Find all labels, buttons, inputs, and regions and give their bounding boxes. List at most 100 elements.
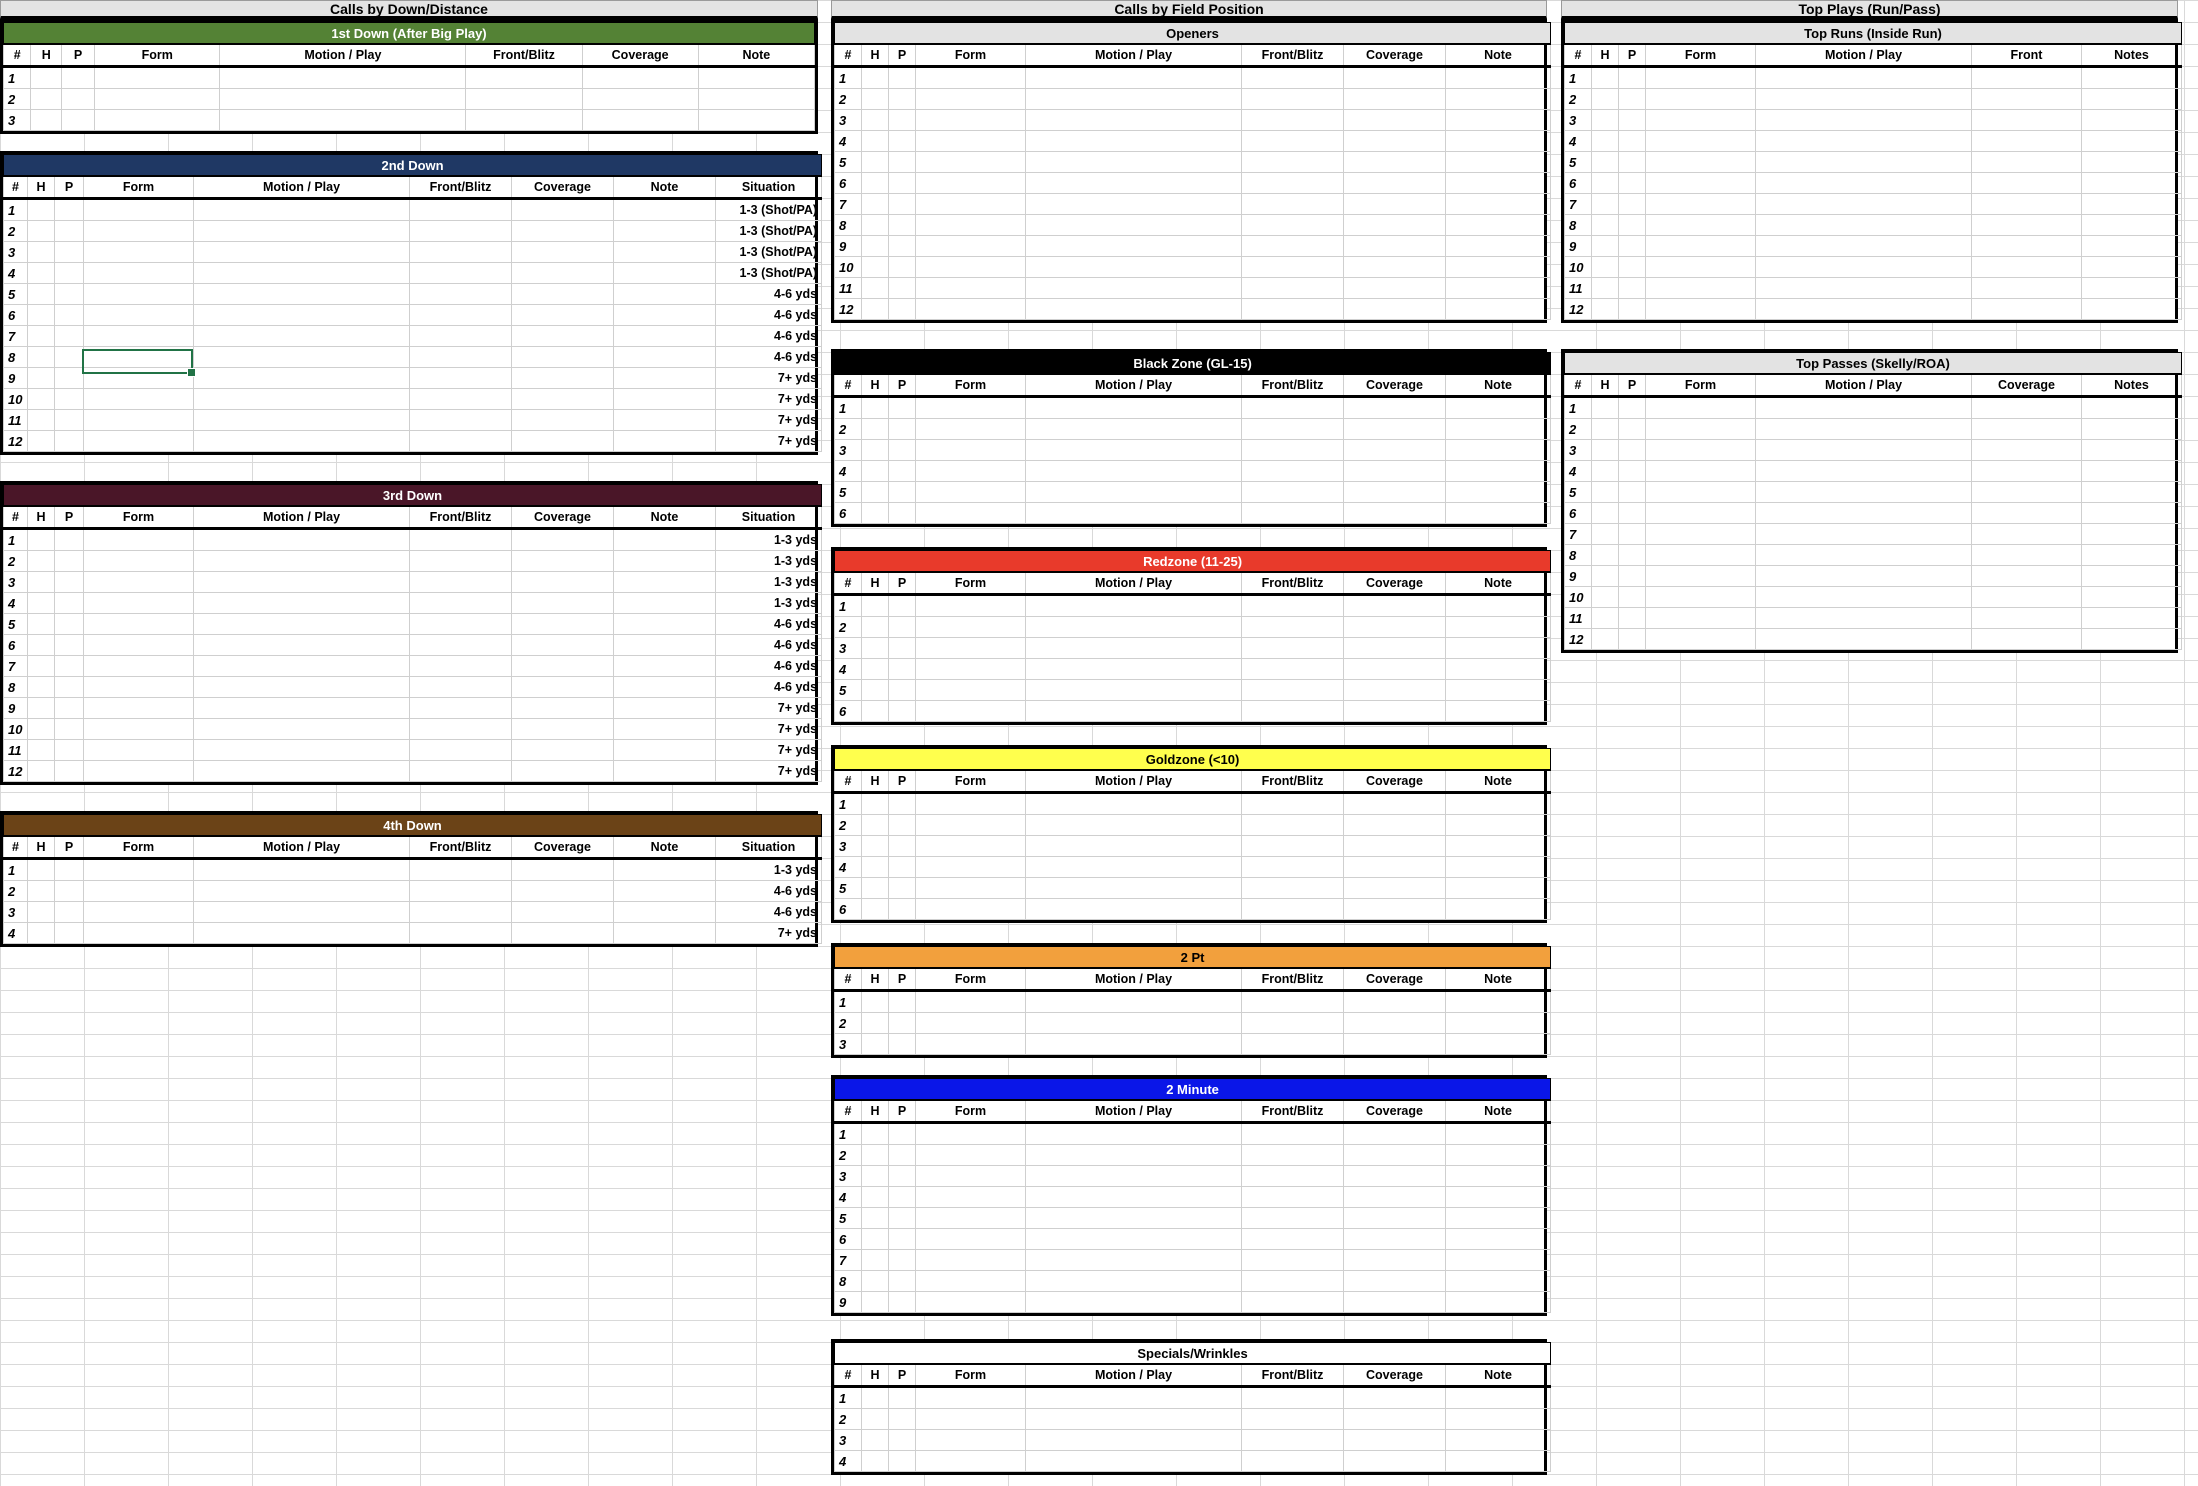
cell-notes[interactable] (2080, 439, 2183, 461)
cell-h[interactable] (1591, 418, 1619, 440)
cell-motion-play[interactable] (1025, 66, 1242, 89)
cell-coverage[interactable] (511, 880, 614, 902)
cell-form[interactable] (915, 1033, 1026, 1055)
cell-motion-play[interactable] (1025, 418, 1242, 440)
cell-h[interactable] (861, 460, 889, 482)
cell-coverage[interactable] (511, 388, 614, 410)
cell-form[interactable] (1645, 502, 1756, 524)
cell-front-blitz[interactable] (1241, 856, 1344, 878)
cell-coverage[interactable] (1343, 172, 1446, 194)
cell-h[interactable] (27, 262, 55, 284)
cell-p[interactable] (54, 528, 84, 551)
cell-h[interactable] (1591, 523, 1619, 545)
cell-motion-play[interactable] (1025, 792, 1242, 815)
cell-p[interactable] (1618, 544, 1646, 566)
cell-h[interactable] (1591, 151, 1619, 173)
cell-p[interactable] (1618, 193, 1646, 215)
cell-h[interactable] (861, 1291, 889, 1313)
cell-h[interactable] (861, 1386, 889, 1409)
cell-form[interactable] (915, 151, 1026, 173)
cell-h[interactable] (1591, 460, 1619, 482)
cell-p[interactable] (888, 172, 916, 194)
cell-form[interactable] (1645, 544, 1756, 566)
cell-notes[interactable] (2080, 66, 2183, 89)
cell-p[interactable] (888, 594, 916, 617)
cell-h[interactable] (27, 718, 55, 740)
cell-p[interactable] (1618, 130, 1646, 152)
cell-motion-play[interactable] (1025, 1228, 1242, 1250)
cell-form[interactable] (1645, 628, 1756, 650)
cell-note[interactable] (613, 901, 716, 923)
cell-h[interactable] (27, 430, 55, 452)
cell-h[interactable] (1591, 277, 1619, 299)
cell-h[interactable] (1591, 565, 1619, 587)
cell-front-blitz[interactable] (1241, 898, 1344, 920)
cell-motion-play[interactable] (1025, 130, 1242, 152)
cell-p[interactable] (54, 592, 84, 614)
cell-p[interactable] (888, 418, 916, 440)
cell-form[interactable] (915, 502, 1026, 524)
cell-form[interactable] (1645, 298, 1756, 320)
cell-coverage[interactable] (1343, 1386, 1446, 1409)
cell-coverage[interactable] (1343, 1012, 1446, 1034)
cell-form[interactable] (915, 1207, 1026, 1229)
cell-p[interactable] (888, 1228, 916, 1250)
cell-form[interactable] (915, 990, 1026, 1013)
cell-form[interactable] (83, 304, 194, 326)
cell-notes[interactable] (2080, 277, 2183, 299)
cell-form[interactable] (915, 835, 1026, 857)
cell-motion-play[interactable] (1025, 814, 1242, 836)
cell-note[interactable] (613, 922, 716, 944)
cell-h[interactable] (861, 66, 889, 89)
cell-form[interactable] (1645, 481, 1756, 503)
cell-p[interactable] (54, 262, 84, 284)
cell-form[interactable] (83, 901, 194, 923)
cell-coverage[interactable] (1343, 298, 1446, 320)
cell-h[interactable] (27, 283, 55, 305)
cell-front-blitz[interactable] (1241, 1207, 1344, 1229)
cell-form[interactable] (915, 700, 1026, 722)
cell-motion-play[interactable] (1755, 544, 1972, 566)
cell-form[interactable] (915, 1165, 1026, 1187)
cell-front-blitz[interactable] (1241, 193, 1344, 215)
cell-h[interactable] (27, 760, 55, 782)
cell-p[interactable] (888, 460, 916, 482)
cell-p[interactable] (888, 877, 916, 899)
cell-notes[interactable] (2080, 460, 2183, 482)
cell-motion-play[interactable] (193, 676, 410, 698)
cell-note[interactable] (613, 388, 716, 410)
cell-h[interactable] (27, 634, 55, 656)
cell-form[interactable] (1645, 523, 1756, 545)
cell-p[interactable] (61, 109, 96, 131)
situation-cell[interactable]: 4-6 yds (714, 634, 823, 656)
cell-note[interactable] (613, 858, 716, 881)
cell-p[interactable] (54, 858, 84, 881)
cell-motion-play[interactable] (1755, 109, 1972, 131)
cell-front-blitz[interactable] (409, 241, 512, 263)
cell-coverage[interactable] (511, 220, 614, 242)
cell-h[interactable] (1591, 130, 1619, 152)
cell-front-blitz[interactable] (465, 66, 583, 89)
cell-front-blitz[interactable] (409, 718, 512, 740)
cell-h[interactable] (27, 388, 55, 410)
cell-front-blitz[interactable] (409, 346, 512, 368)
cell-h[interactable] (861, 193, 889, 215)
cell-form[interactable] (915, 898, 1026, 920)
cell-h[interactable] (27, 304, 55, 326)
cell-front-blitz[interactable] (409, 262, 512, 284)
cell-front-blitz[interactable] (409, 760, 512, 782)
cell-coverage[interactable] (1343, 898, 1446, 920)
cell-motion-play[interactable] (1755, 235, 1972, 257)
cell-front-blitz[interactable] (1241, 130, 1344, 152)
situation-cell[interactable]: 4-6 yds (714, 325, 823, 347)
cell-front-blitz[interactable] (1241, 1144, 1344, 1166)
cell-form[interactable] (83, 409, 194, 431)
situation-cell[interactable]: 4-6 yds (714, 655, 823, 677)
cell-front-blitz[interactable] (465, 109, 583, 131)
cell-motion-play[interactable] (1025, 658, 1242, 680)
cell-front-blitz[interactable] (1241, 1386, 1344, 1409)
cell-coverage[interactable] (511, 430, 614, 452)
cell-note[interactable] (613, 430, 716, 452)
cell-form[interactable] (915, 439, 1026, 461)
cell-coverage[interactable] (1971, 418, 2082, 440)
